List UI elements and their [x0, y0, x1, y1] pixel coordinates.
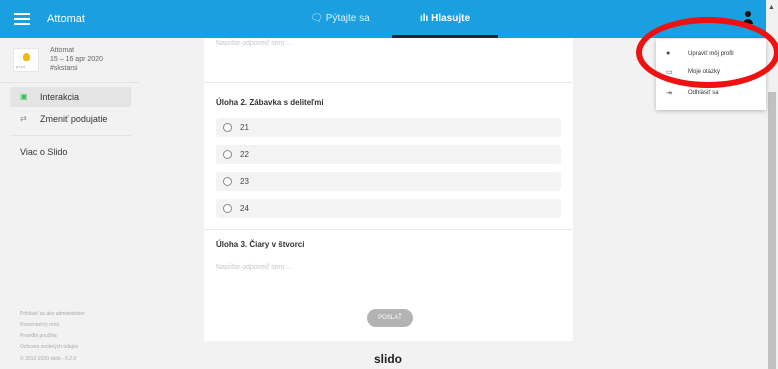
divider: [204, 229, 573, 230]
event-logo: p.nut: [13, 48, 39, 72]
event-name[interactable]: Attomat: [47, 13, 85, 25]
option-label: 22: [240, 150, 249, 159]
scrollbar-thumb[interactable]: [768, 92, 776, 369]
chat-icon: ▣: [20, 92, 28, 101]
event-title: Attomat: [50, 47, 75, 54]
lightbulb-icon: [23, 53, 30, 61]
menu-item-my-questions[interactable]: ▭ Moje otázky: [656, 65, 766, 81]
sidebar-item-interakcia[interactable]: ▣ Interakcia: [10, 87, 131, 107]
question-title-2: Úloha 2. Zábavka s deliteľmi: [216, 98, 324, 107]
divider: [0, 82, 139, 83]
event-dates: 15 – 16 apr 2020: [50, 56, 103, 63]
questions-icon: 🗨: [310, 13, 323, 24]
menu-item-label: Odhlásiť sa: [688, 90, 719, 96]
answer-input-q1[interactable]: Napíšte odpoveď sem ...: [216, 40, 292, 47]
menu-item-logout[interactable]: ⇥ Odhlásiť sa: [656, 86, 766, 102]
divider: [10, 135, 131, 136]
sidebar: p.nut Attomat 15 – 16 apr 2020 #skstarsi…: [0, 38, 139, 369]
radio-button[interactable]: [223, 204, 232, 213]
menu-item-label: Moje otázky: [688, 69, 721, 75]
poll-option[interactable]: 22: [216, 145, 561, 164]
slido-logo: slido: [374, 352, 403, 366]
poll-option[interactable]: 23: [216, 172, 561, 191]
page-scrollbar[interactable]: ▲: [766, 0, 778, 369]
send-button[interactable]: POSLAŤ: [367, 309, 413, 327]
question-icon: ▭: [666, 69, 673, 76]
tab-questions-label: Pýtajte sa: [325, 13, 370, 24]
option-label: 21: [240, 123, 249, 132]
radio-button[interactable]: [223, 150, 232, 159]
top-bar: Attomat 🗨 Pýtajte sa ılı Hlasujte: [0, 0, 766, 38]
user-icon[interactable]: [742, 11, 754, 27]
menu-icon[interactable]: [14, 13, 30, 25]
switch-icon: ⇄: [20, 114, 27, 123]
sidebar-item-label: Interakcia: [40, 92, 80, 102]
footer-link-admin[interactable]: Prihlásiť sa ako administrátor: [20, 311, 85, 317]
menu-item-edit-profile[interactable]: ● Upraviť môj profil: [656, 47, 766, 63]
divider: [204, 82, 573, 83]
poll-icon: ılı: [419, 13, 429, 24]
person-icon: ●: [666, 50, 671, 57]
poll-option[interactable]: 21: [216, 118, 561, 137]
menu-item-label: Upraviť môj profil: [688, 51, 734, 57]
answer-input-q3[interactable]: Napíšte odpoveď sem ...: [216, 264, 292, 271]
event-code: #skstarsi: [50, 65, 78, 72]
option-label: 23: [240, 177, 249, 186]
event-logo-text: p.nut: [16, 64, 25, 69]
poll-card: Napíšte odpoveď sem ... Úloha 2. Zábavka…: [204, 38, 573, 341]
more-about-slido-link[interactable]: Viac o Slido: [20, 147, 67, 157]
footer-link-terms[interactable]: Pravidlá použitia: [20, 333, 57, 339]
radio-button[interactable]: [223, 177, 232, 186]
sidebar-item-zmenit-podujatie[interactable]: ⇄ Zmeniť podujatie: [10, 109, 131, 129]
scroll-up-icon[interactable]: ▲: [768, 4, 775, 11]
radio-button[interactable]: [223, 123, 232, 132]
footer-link-presentation[interactable]: Prezentačný mód: [20, 322, 59, 328]
question-title-3: Úloha 3. Čiary v štvorci: [216, 240, 305, 249]
tab-polls[interactable]: ılı Hlasujte: [392, 0, 498, 38]
footer-link-privacy[interactable]: Ochrana osobných údajov: [20, 344, 78, 350]
poll-option[interactable]: 24: [216, 199, 561, 218]
tab-polls-label: Hlasujte: [431, 13, 471, 24]
event-info: p.nut Attomat 15 – 16 apr 2020 #skstarsi: [13, 46, 133, 78]
user-menu: ● Upraviť môj profil ▭ Moje otázky ⇥ Odh…: [656, 39, 766, 110]
copyright: © 2012-2020 slido - 6.2.0: [20, 356, 77, 362]
sidebar-item-label: Zmeniť podujatie: [40, 114, 108, 124]
logout-icon: ⇥: [666, 90, 672, 97]
tab-questions[interactable]: 🗨 Pýtajte sa: [290, 0, 390, 38]
option-label: 24: [240, 204, 249, 213]
